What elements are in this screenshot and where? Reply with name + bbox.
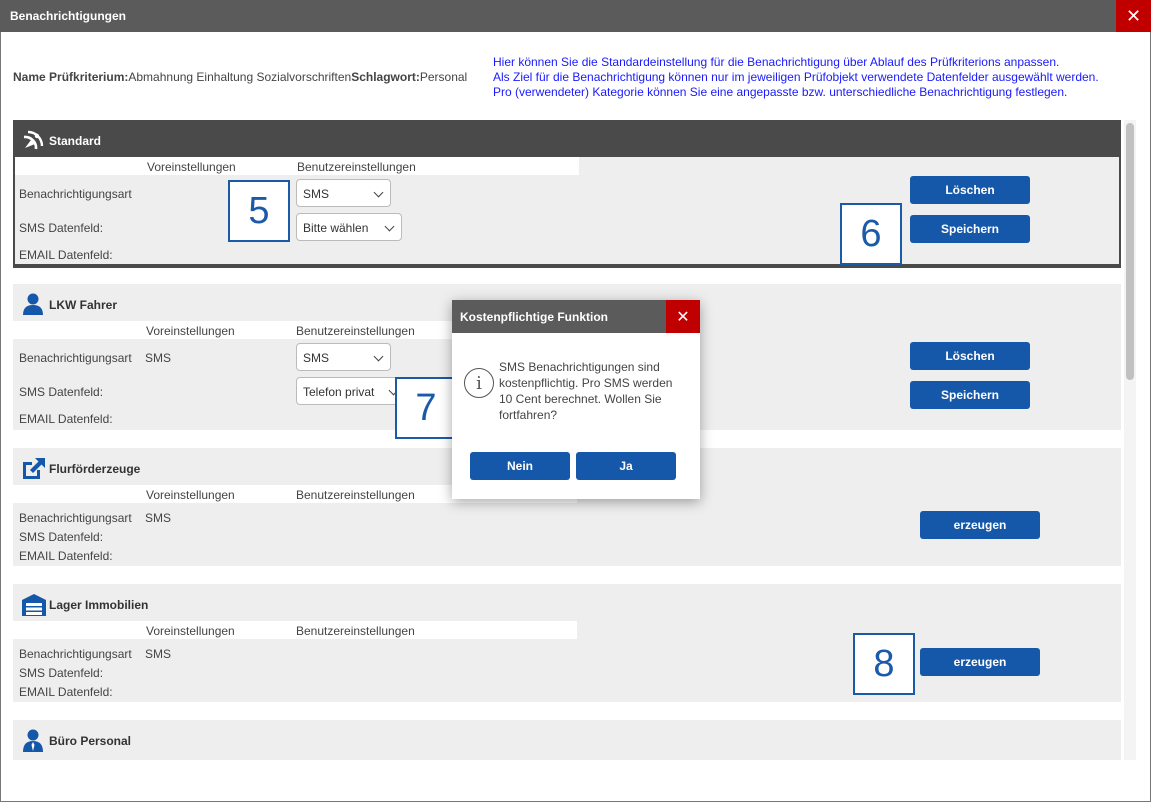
column-user: Benutzereinstellungen — [297, 160, 416, 174]
row-label-email: EMAIL Datenfeld: — [19, 412, 113, 426]
info-icon: i — [464, 368, 494, 398]
row-label-type: Benachrichtigungsart — [19, 187, 132, 201]
row-label-sms: SMS Datenfeld: — [19, 666, 104, 680]
select-value: SMS — [303, 351, 330, 365]
create-button[interactable]: erzeugen — [920, 648, 1040, 676]
default-type-value: SMS — [145, 351, 172, 365]
business-user-icon — [23, 729, 43, 752]
marker-6: 6 — [840, 203, 902, 265]
row-label-sms: SMS Datenfeld: — [19, 221, 104, 235]
window-title: Benachrichtigungen — [10, 9, 127, 23]
row-label-sms: SMS Datenfeld: — [19, 530, 104, 544]
scrollbar-thumb[interactable] — [1126, 123, 1134, 380]
dialog-title: Kostenpflichtige Funktion — [460, 310, 608, 324]
section-header: Standard — [13, 120, 1121, 157]
chevron-down-icon — [373, 187, 384, 198]
default-type-value: SMS — [145, 511, 172, 525]
column-defaults: Voreinstellungen — [147, 160, 236, 174]
external-link-icon — [23, 458, 45, 479]
save-button[interactable]: Speichern — [910, 215, 1030, 243]
keyword-label: Schlagwort: — [351, 70, 420, 84]
section-title: Standard — [49, 134, 102, 148]
column-user: Benutzereinstellungen — [296, 624, 415, 638]
column-headers: Voreinstellungen Benutzereinstellungen — [15, 157, 579, 175]
paid-feature-dialog: Kostenpflichtige Funktion ✕ i SMS Benach… — [452, 300, 700, 499]
select-notification-type[interactable]: SMS — [296, 179, 391, 207]
section-header: Lager Immobilien — [13, 584, 1121, 621]
criterion-name-label: Name Prüfkriterium: — [13, 70, 129, 84]
section-body: Voreinstellungen Benutzereinstellungen B… — [15, 157, 1119, 264]
dialog-header: Kostenpflichtige Funktion ✕ — [452, 300, 700, 333]
row-label-email: EMAIL Datenfeld: — [19, 685, 113, 699]
keyword-value: Personal — [419, 70, 468, 84]
section-header: Büro Personal — [13, 720, 1121, 757]
marker-7: 7 — [395, 377, 457, 439]
no-button[interactable]: Nein — [470, 452, 570, 480]
column-user: Benutzereinstellungen — [296, 324, 415, 338]
user-icon — [23, 293, 43, 315]
row-label-type: Benachrichtigungsart — [19, 647, 132, 661]
chevron-down-icon — [384, 221, 395, 232]
chevron-down-icon — [373, 351, 384, 362]
section-title: Büro Personal — [49, 734, 132, 748]
window-close-button[interactable]: ✕ — [1116, 0, 1151, 32]
warehouse-icon — [22, 594, 46, 616]
delete-button[interactable]: Löschen — [910, 176, 1030, 204]
hint-line: Hier können Sie die Standardeinstellung … — [493, 55, 1060, 69]
section-lager-immobilien: Lager Immobilien Voreinstellungen Benutz… — [13, 584, 1121, 702]
window-titlebar: Benachrichtigungen ✕ — [0, 0, 1151, 32]
select-sms-field[interactable]: Telefon privat — [296, 377, 406, 405]
select-value: Bitte wählen — [303, 221, 369, 235]
column-defaults: Voreinstellungen — [146, 488, 235, 502]
column-headers: Voreinstellungen Benutzereinstellungen — [13, 621, 577, 639]
row-label-email: EMAIL Datenfeld: — [19, 248, 113, 262]
hint-line: Als Ziel für die Benachrichtigung können… — [493, 70, 1099, 84]
section-title: LKW Fahrer — [49, 298, 118, 312]
row-label-type: Benachrichtigungsart — [19, 511, 132, 525]
column-defaults: Voreinstellungen — [146, 324, 235, 338]
save-button[interactable]: Speichern — [910, 381, 1030, 409]
create-button[interactable]: erzeugen — [920, 511, 1040, 539]
hint-text: Hier können Sie die Standardeinstellung … — [493, 55, 1143, 100]
frame-left-border — [0, 32, 1, 802]
close-icon: ✕ — [676, 308, 690, 326]
row-label-type: Benachrichtigungsart — [19, 351, 132, 365]
column-user: Benutzereinstellungen — [296, 488, 415, 502]
row-label-email: EMAIL Datenfeld: — [19, 549, 113, 563]
section-title: Lager Immobilien — [49, 598, 149, 612]
dialog-message: SMS Benachrichtigungen sind kostenpflich… — [499, 360, 673, 422]
close-icon: ✕ — [1125, 5, 1142, 26]
section-title: Flurförderzeuge — [49, 462, 141, 476]
select-sms-field[interactable]: Bitte wählen — [296, 213, 402, 241]
hint-line: Pro (verwendeter) Kategorie können Sie e… — [493, 85, 1068, 99]
dialog-close-button[interactable]: ✕ — [666, 300, 700, 333]
select-notification-type[interactable]: SMS — [296, 343, 391, 371]
row-label-sms: SMS Datenfeld: — [19, 385, 104, 399]
section-body: Voreinstellungen Benutzereinstellungen B… — [13, 621, 1121, 702]
select-value: SMS — [303, 187, 330, 201]
marker-8: 8 — [853, 633, 915, 695]
section-standard: Standard Voreinstellungen Benutzereinste… — [13, 120, 1121, 268]
column-defaults: Voreinstellungen — [146, 624, 235, 638]
marker-5: 5 — [228, 180, 290, 242]
default-type-value: SMS — [145, 647, 172, 661]
criterion-name-value: Abmahnung Einhaltung Sozialvorschriften — [128, 70, 352, 84]
section-buero-personal: Büro Personal — [13, 720, 1121, 760]
yes-button[interactable]: Ja — [576, 452, 676, 480]
select-value: Telefon privat — [303, 385, 375, 399]
criterion-info: Name Prüfkriterium:Abmahnung Einhaltung … — [13, 70, 467, 84]
delete-button[interactable]: Löschen — [910, 342, 1030, 370]
satellite-dish-icon — [23, 130, 44, 150]
